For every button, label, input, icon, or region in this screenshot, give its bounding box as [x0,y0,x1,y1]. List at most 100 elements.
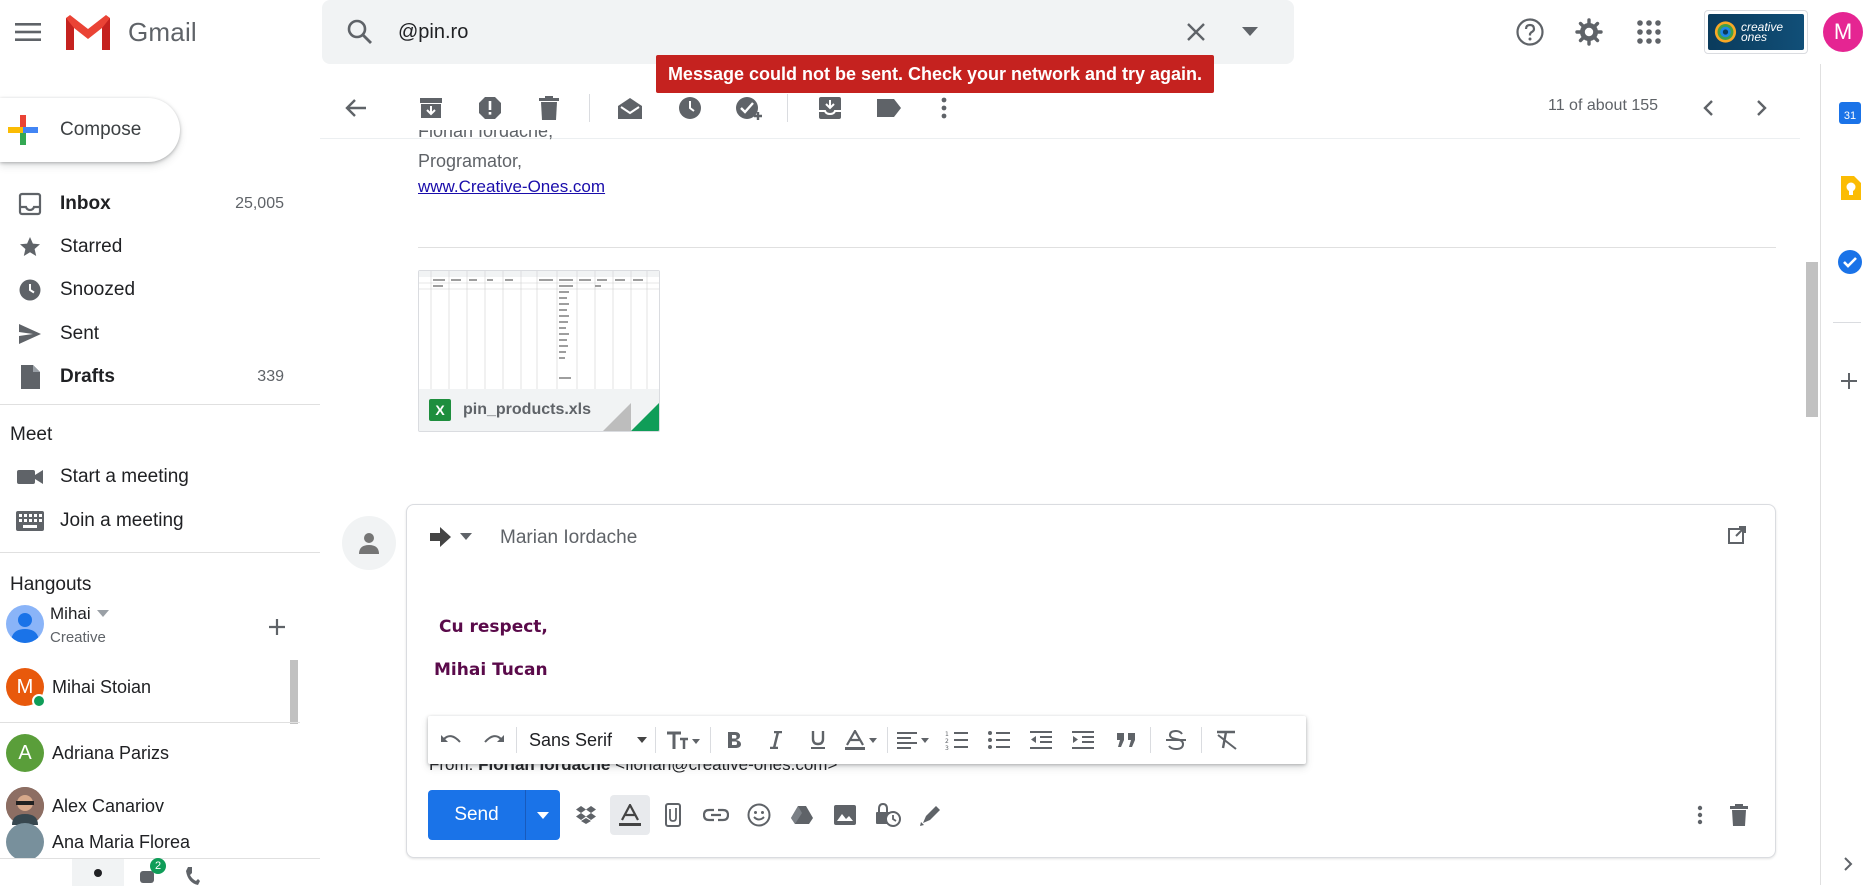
insert-link-button[interactable] [696,795,736,835]
hangouts-chat-tab[interactable]: 2 [138,858,166,885]
text-color-button[interactable] [839,720,885,760]
chevron-left-icon [1703,100,1713,116]
font-size-button[interactable] [658,720,708,760]
sidebar-item-label: Drafts [60,366,115,387]
more-actions-button[interactable] [924,88,964,128]
clock-icon [19,279,41,301]
tasks-addon-button[interactable] [1838,250,1862,274]
join-meeting-link[interactable]: Join a meeting [0,501,300,541]
indent-more-button[interactable] [1062,720,1104,760]
formatting-options-button[interactable] [610,795,650,835]
my-hangouts-status[interactable]: Mihai [50,604,109,624]
italic-button[interactable] [755,720,797,760]
new-conversation-button[interactable] [264,614,290,640]
support-button[interactable] [1510,12,1550,52]
unread-badge: 2 [150,858,166,874]
organization-logo[interactable]: creative ones [1704,10,1808,54]
underline-button[interactable] [797,720,839,760]
archive-button[interactable] [411,88,451,128]
bulleted-list-button[interactable] [978,720,1020,760]
hangout-contact[interactable]: M Mihai Stoian [0,662,300,712]
discard-draft-button[interactable] [1719,795,1759,835]
link-icon [703,808,729,822]
sidebar-item-inbox[interactable]: Inbox 25,005 [0,184,300,224]
align-button[interactable] [890,720,936,760]
strikethrough-icon [1166,730,1186,750]
my-hangouts-avatar[interactable] [6,605,44,643]
main-menu-button[interactable] [8,14,48,50]
sidebar-item-snoozed[interactable]: Snoozed [0,270,300,310]
settings-button[interactable] [1569,12,1609,52]
insert-signature-button[interactable] [911,795,951,835]
numbered-list-button[interactable]: 123 [936,720,978,760]
get-addons-button[interactable] [1839,371,1859,391]
indent-less-button[interactable] [1020,720,1062,760]
sidebar-item-sent[interactable]: Sent [0,314,300,354]
account-avatar[interactable]: M [1823,12,1863,52]
attachments-divider [418,247,1776,248]
clear-search-button[interactable] [1180,16,1212,48]
search-input[interactable] [398,16,1178,48]
strikethrough-button[interactable] [1153,720,1199,760]
send-options-button[interactable] [525,790,560,840]
side-panel: 31 [1820,64,1873,885]
snooze-button[interactable] [670,88,710,128]
text-size-icon [667,731,700,749]
sidebar-item-label: Inbox [60,193,111,214]
remove-formatting-button[interactable] [1204,720,1250,760]
newer-button[interactable] [1688,88,1728,128]
signature-website-link[interactable]: www.Creative-Ones.com [418,177,605,197]
attach-files-button[interactable] [653,795,693,835]
redo-button[interactable] [474,720,514,760]
search-options-button[interactable] [1234,16,1266,48]
attachment-card[interactable]: X pin_products.xls [418,270,660,432]
sidebar-item-drafts[interactable]: Drafts 339 [0,357,300,397]
bold-button[interactable] [713,720,755,760]
redo-icon [484,735,504,743]
hangout-contact[interactable]: A Adriana Parizs [0,728,300,778]
contacts-tab[interactable] [72,859,124,886]
phone-tab[interactable] [184,865,200,885]
insert-drive-button[interactable] [782,795,822,835]
font-family-select[interactable]: Sans Serif [519,720,653,760]
popout-reply-button[interactable] [1728,526,1746,544]
photo-avatar-icon [6,787,44,825]
hangout-contact[interactable]: Ana Maria Florea [0,823,300,861]
gmail-logo[interactable]: Gmail [62,12,197,52]
older-button[interactable] [1742,88,1782,128]
reply-recipient[interactable]: Marian Iordache [500,527,637,549]
mark-unread-button[interactable] [610,88,650,128]
start-meeting-link[interactable]: Start a meeting [0,457,300,497]
move-to-button[interactable] [810,88,850,128]
reply-type-button[interactable] [430,527,472,547]
formatting-toolbar: Sans Serif 123 [428,716,1306,764]
calendar-addon-button[interactable]: 31 [1839,102,1861,124]
sidebar-item-starred[interactable]: Starred [0,227,300,267]
labels-button[interactable] [869,88,909,128]
more-options-button[interactable] [1680,795,1720,835]
keep-addon-button[interactable] [1839,176,1861,200]
numbered-list-icon: 123 [945,731,968,750]
start-meeting-label: Start a meeting [60,466,189,487]
confidential-mode-button[interactable] [868,795,908,835]
google-drive-icon [791,806,813,824]
sidebar-item-label: Snoozed [60,279,136,300]
insert-emoji-button[interactable] [739,795,779,835]
hide-side-panel-button[interactable] [1843,856,1853,872]
person-dot-icon [94,869,102,877]
search-icon[interactable] [346,18,374,46]
undo-button[interactable] [428,720,474,760]
insert-photo-button[interactable] [825,795,865,835]
compose-button[interactable]: Compose [0,98,180,162]
quote-button[interactable] [1104,720,1148,760]
dropbox-button[interactable] [566,795,606,835]
report-spam-button[interactable] [470,88,510,128]
person-icon [359,533,379,554]
dropbox-icon [576,806,596,824]
main-scrollbar-thumb[interactable] [1806,262,1818,417]
google-apps-button[interactable] [1629,12,1669,52]
send-button[interactable]: Send [428,790,525,840]
back-button[interactable] [336,88,376,128]
add-to-tasks-button[interactable] [729,88,769,128]
delete-button[interactable] [529,88,569,128]
